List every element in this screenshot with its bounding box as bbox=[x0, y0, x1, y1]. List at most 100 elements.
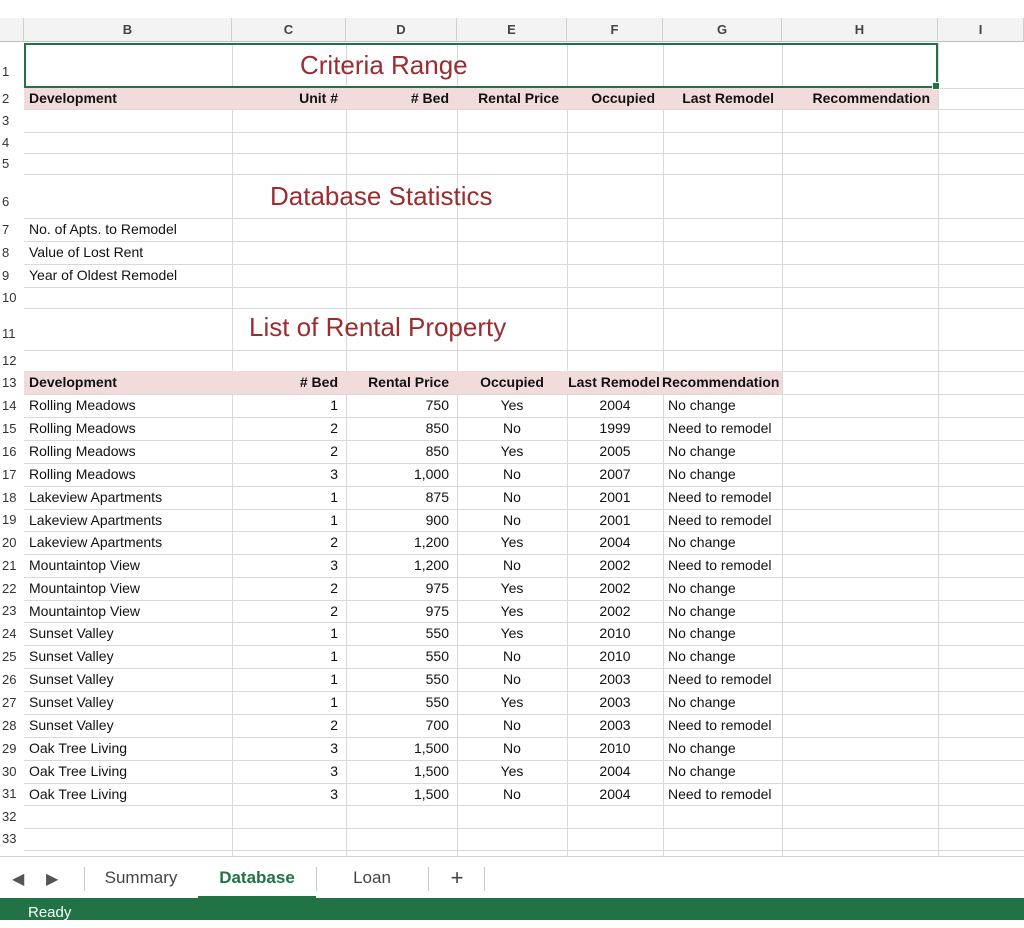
recommendation-cell[interactable]: No change bbox=[663, 760, 793, 783]
fill-handle[interactable] bbox=[932, 82, 940, 90]
rental-price-cell[interactable]: 550 bbox=[346, 691, 457, 714]
last-remodel-cell[interactable]: 1999 bbox=[567, 417, 663, 440]
rental-price-cell[interactable]: 1,200 bbox=[346, 531, 457, 554]
row-header-17[interactable]: 17 bbox=[0, 463, 24, 486]
occupied-cell[interactable]: No bbox=[457, 737, 567, 760]
last-remodel-cell[interactable]: 2002 bbox=[567, 577, 663, 600]
occupied-cell[interactable]: No bbox=[457, 714, 567, 737]
rental-price-cell[interactable]: 875 bbox=[346, 486, 457, 509]
recommendation-cell[interactable]: Need to remodel bbox=[663, 554, 793, 577]
bed-cell[interactable]: 1 bbox=[232, 509, 346, 531]
list-header-cell[interactable]: Occupied bbox=[457, 371, 567, 394]
criteria-header-cell[interactable]: Rental Price bbox=[457, 88, 567, 109]
row-header-22[interactable]: 22 bbox=[0, 577, 24, 600]
row-header-16[interactable]: 16 bbox=[0, 440, 24, 463]
column-header-e[interactable]: E bbox=[457, 18, 567, 42]
occupied-cell[interactable]: Yes bbox=[457, 691, 567, 714]
tab-summary[interactable]: Summary bbox=[84, 857, 198, 899]
row-header-31[interactable]: 31 bbox=[0, 783, 24, 805]
bed-cell[interactable]: 3 bbox=[232, 737, 346, 760]
last-remodel-cell[interactable]: 2004 bbox=[567, 783, 663, 805]
row-header-29[interactable]: 29 bbox=[0, 737, 24, 760]
occupied-cell[interactable]: No bbox=[457, 645, 567, 668]
last-remodel-cell[interactable]: 2007 bbox=[567, 463, 663, 486]
last-remodel-cell[interactable]: 2001 bbox=[567, 509, 663, 531]
prev-sheet-arrow-icon[interactable]: ◀ bbox=[12, 869, 24, 889]
development-cell[interactable]: Mountaintop View bbox=[24, 600, 232, 622]
recommendation-cell[interactable]: No change bbox=[663, 463, 793, 486]
column-header-c[interactable]: C bbox=[232, 18, 346, 42]
row-header-21[interactable]: 21 bbox=[0, 554, 24, 577]
row-header-2[interactable]: 2 bbox=[0, 88, 24, 109]
rental-price-cell[interactable]: 1,500 bbox=[346, 737, 457, 760]
occupied-cell[interactable]: Yes bbox=[457, 600, 567, 622]
bed-cell[interactable]: 1 bbox=[232, 486, 346, 509]
bed-cell[interactable]: 2 bbox=[232, 417, 346, 440]
rental-price-cell[interactable]: 975 bbox=[346, 577, 457, 600]
recommendation-cell[interactable]: Need to remodel bbox=[663, 417, 793, 440]
stats-label-cell[interactable]: No. of Apts. to Remodel bbox=[24, 218, 244, 241]
criteria-header-cell[interactable]: Development bbox=[24, 88, 232, 109]
rental-price-cell[interactable]: 750 bbox=[346, 394, 457, 417]
development-cell[interactable]: Mountaintop View bbox=[24, 577, 232, 600]
row-header-8[interactable]: 8 bbox=[0, 241, 24, 264]
recommendation-cell[interactable]: No change bbox=[663, 600, 793, 622]
row-header-11[interactable]: 11 bbox=[0, 308, 24, 350]
column-header-i[interactable]: I bbox=[938, 18, 1024, 42]
row-header-7[interactable]: 7 bbox=[0, 218, 24, 241]
last-remodel-cell[interactable]: 2003 bbox=[567, 714, 663, 737]
row-header-4[interactable]: 4 bbox=[0, 132, 24, 153]
next-sheet-arrow-icon[interactable]: ▶ bbox=[46, 869, 58, 889]
row-header-18[interactable]: 18 bbox=[0, 486, 24, 509]
recommendation-cell[interactable]: Need to remodel bbox=[663, 668, 793, 691]
development-cell[interactable]: Lakeview Apartments bbox=[24, 509, 232, 531]
rental-price-cell[interactable]: 700 bbox=[346, 714, 457, 737]
row-header-20[interactable]: 20 bbox=[0, 531, 24, 554]
row-header-5[interactable]: 5 bbox=[0, 153, 24, 174]
stats-label-cell[interactable]: Value of Lost Rent bbox=[24, 241, 244, 264]
occupied-cell[interactable]: No bbox=[457, 783, 567, 805]
row-header-23[interactable]: 23 bbox=[0, 600, 24, 622]
rental-price-cell[interactable]: 1,500 bbox=[346, 783, 457, 805]
row-header-26[interactable]: 26 bbox=[0, 668, 24, 691]
recommendation-cell[interactable]: Need to remodel bbox=[663, 714, 793, 737]
occupied-cell[interactable]: No bbox=[457, 463, 567, 486]
selected-cell-range[interactable] bbox=[24, 43, 938, 88]
column-header-b[interactable]: B bbox=[24, 18, 232, 42]
row-header-9[interactable]: 9 bbox=[0, 264, 24, 287]
bed-cell[interactable]: 1 bbox=[232, 394, 346, 417]
bed-cell[interactable]: 2 bbox=[232, 577, 346, 600]
rental-price-cell[interactable]: 550 bbox=[346, 645, 457, 668]
development-cell[interactable]: Sunset Valley bbox=[24, 714, 232, 737]
spreadsheet-grid[interactable]: BCDEFGHI 1 2 3 4 5 6 7 8 9 10 11 12 13 14 15 16 17 18 19 20… bbox=[0, 0, 1024, 856]
recommendation-cell[interactable]: No change bbox=[663, 531, 793, 554]
occupied-cell[interactable]: No bbox=[457, 486, 567, 509]
rental-price-cell[interactable]: 1,500 bbox=[346, 760, 457, 783]
recommendation-cell[interactable]: Need to remodel bbox=[663, 783, 793, 805]
bed-cell[interactable]: 3 bbox=[232, 463, 346, 486]
last-remodel-cell[interactable]: 2004 bbox=[567, 394, 663, 417]
stats-label-cell[interactable]: Year of Oldest Remodel bbox=[24, 264, 244, 287]
list-header-cell[interactable]: Recommendation bbox=[657, 371, 787, 394]
tab-database[interactable]: Database bbox=[198, 857, 316, 899]
rental-price-cell[interactable]: 850 bbox=[346, 440, 457, 463]
recommendation-cell[interactable]: Need to remodel bbox=[663, 509, 793, 531]
last-remodel-cell[interactable]: 2003 bbox=[567, 668, 663, 691]
recommendation-cell[interactable]: No change bbox=[663, 737, 793, 760]
bed-cell[interactable]: 2 bbox=[232, 600, 346, 622]
development-cell[interactable]: Rolling Meadows bbox=[24, 463, 232, 486]
occupied-cell[interactable]: Yes bbox=[457, 531, 567, 554]
column-header-d[interactable]: D bbox=[346, 18, 457, 42]
occupied-cell[interactable]: Yes bbox=[457, 394, 567, 417]
occupied-cell[interactable]: No bbox=[457, 554, 567, 577]
development-cell[interactable]: Sunset Valley bbox=[24, 645, 232, 668]
add-sheet-button[interactable]: + bbox=[436, 857, 478, 899]
occupied-cell[interactable]: Yes bbox=[457, 760, 567, 783]
column-header-g[interactable]: G bbox=[663, 18, 782, 42]
column-header-f[interactable]: F bbox=[567, 18, 663, 42]
row-header-19[interactable]: 19 bbox=[0, 509, 24, 531]
rental-price-cell[interactable]: 550 bbox=[346, 668, 457, 691]
bed-cell[interactable]: 3 bbox=[232, 554, 346, 577]
last-remodel-cell[interactable]: 2004 bbox=[567, 760, 663, 783]
list-header-cell[interactable]: Development bbox=[24, 371, 232, 394]
